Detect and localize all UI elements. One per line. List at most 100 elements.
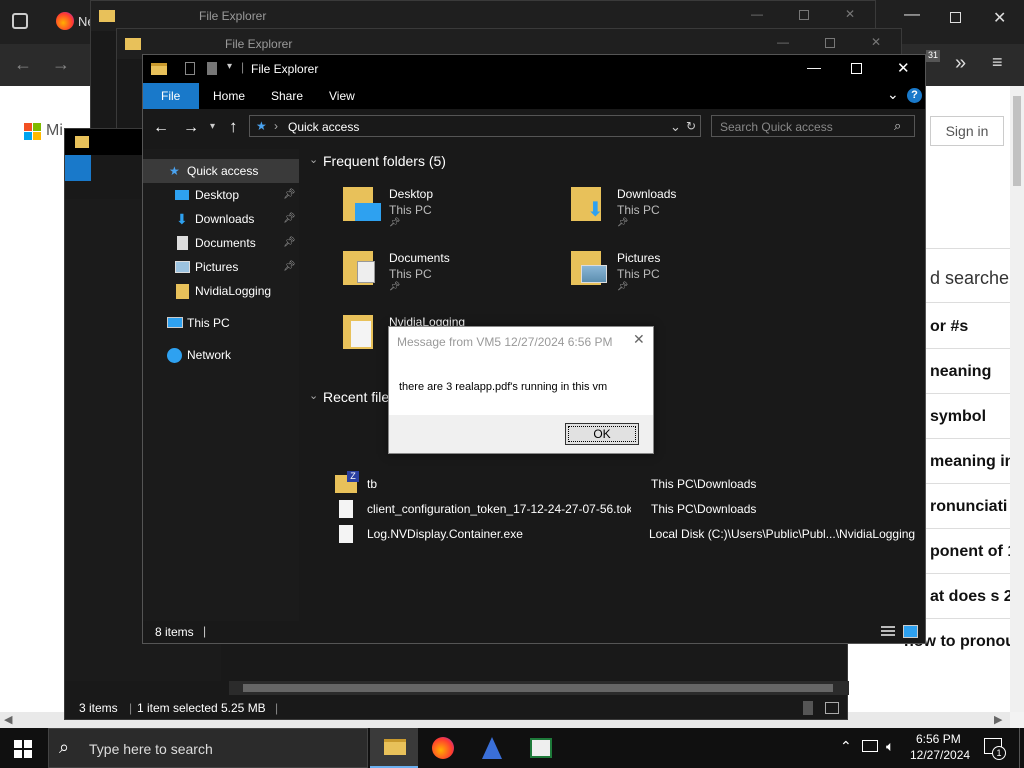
share-tab[interactable]: Share [271, 89, 303, 103]
folder-tile-pictures[interactable]: Pictures This PC 📌︎ [571, 247, 771, 297]
home-tab[interactable]: Home [213, 89, 245, 103]
up-arrow-icon[interactable]: ↑ [229, 117, 238, 137]
close-icon[interactable]: ✕ [993, 8, 1006, 28]
nav-label: Network [187, 348, 232, 362]
frequent-folders-header[interactable]: Frequent folders (5) [323, 153, 446, 169]
start-button[interactable] [14, 740, 32, 758]
chevron-up-icon[interactable]: ⌃ [840, 738, 852, 755]
nav-network[interactable]: Network [143, 343, 299, 367]
recent-file-row[interactable]: Z tb This PC\Downloads [335, 471, 921, 495]
pin-icon[interactable]: 📌︎ [283, 183, 296, 207]
collapse-chevron-icon[interactable]: ⌄ [309, 389, 318, 402]
horizontal-scrollbar[interactable] [229, 681, 849, 695]
recent-file-row[interactable]: Log.NVDisplay.Container.exe Local Disk (… [335, 523, 921, 545]
scroll-right-icon[interactable]: ▶ [994, 713, 1002, 726]
address-dropdown-icon[interactable]: ⌄ [670, 119, 681, 135]
forward-arrow-icon[interactable]: → [183, 119, 199, 137]
file-tab[interactable]: File [143, 83, 199, 109]
pin-icon[interactable]: 📌︎ [283, 255, 296, 279]
back-arrow-icon[interactable]: ← [153, 119, 169, 137]
title-bar[interactable]: ▾ | File Explorer — ✕ [143, 55, 925, 83]
volume-icon[interactable]: 🔈︎ [886, 738, 894, 755]
recent-files-header[interactable]: Recent files [323, 389, 396, 405]
nav-label: Pictures [195, 260, 239, 274]
folder-tile-documents[interactable]: Documents This PC 📌︎ [343, 247, 543, 297]
nav-this-pc[interactable]: This PC [143, 311, 299, 335]
pin-icon[interactable]: 📌︎ [283, 207, 296, 231]
chevron-right-icon: › [274, 119, 278, 133]
search-placeholder: Type here to search [89, 741, 213, 757]
quick-access-dropdown-icon[interactable]: ▾ [227, 61, 232, 72]
file-tab[interactable] [65, 155, 91, 181]
recent-file-row[interactable]: client_configuration_token_17-12-24-27-0… [335, 498, 921, 520]
pin-icon: 📌︎ [617, 217, 629, 227]
taskbar-firefox[interactable] [419, 728, 467, 768]
network-status-icon[interactable] [862, 740, 878, 752]
refresh-icon[interactable]: ↻ [686, 119, 696, 133]
minimize-icon[interactable]: — [777, 35, 789, 49]
nav-quick-access[interactable]: ★ Quick access [143, 159, 299, 183]
close-icon[interactable]: ✕ [633, 331, 645, 348]
large-icons-view-icon[interactable] [903, 625, 918, 638]
taskbar-app-2[interactable] [517, 728, 565, 768]
view-tab[interactable]: View [329, 89, 355, 103]
menu-icon[interactable]: ≡ [992, 52, 1003, 73]
search-icon[interactable]: ⌕ [894, 118, 901, 134]
folder-tile-desktop[interactable]: Desktop This PC 📌︎ [343, 183, 543, 233]
address-toolbar: ← → ▾ ↑ ★ › Quick access ⌄ ↻ Search Quic… [143, 109, 925, 149]
taskbar-search[interactable]: ⌕ Type here to search [48, 728, 368, 768]
maximize-icon[interactable] [825, 38, 835, 48]
forward-arrow-icon[interactable]: → [52, 54, 70, 75]
details-view-icon[interactable] [803, 701, 813, 715]
folder-location: This PC [389, 267, 432, 281]
search-box[interactable]: Search Quick access ⌕ [711, 115, 915, 137]
clock-time[interactable]: 6:56 PM [916, 732, 961, 746]
nav-downloads[interactable]: ⬇ Downloads 📌︎ [143, 207, 299, 231]
clock-date[interactable]: 12/27/2024 [910, 748, 970, 762]
navigation-pane: ★ Quick access Desktop 📌︎ ⬇ Downloads 📌︎… [143, 149, 299, 621]
status-bar: 8 items | [143, 621, 925, 643]
folder-tile-downloads[interactable]: ⬇ Downloads This PC 📌︎ [571, 183, 771, 233]
ribbon-tabs: File Home Share View ⌄ ? [143, 83, 925, 109]
minimize-icon[interactable]: — [751, 7, 763, 21]
close-icon[interactable]: ✕ [871, 35, 881, 49]
folder-icon [151, 63, 167, 75]
taskbar-file-explorer[interactable] [370, 728, 418, 768]
sign-in-button[interactable]: Sign in [930, 116, 1004, 146]
properties-icon[interactable] [185, 62, 195, 75]
network-icon [167, 348, 182, 363]
address-bar[interactable]: ★ › Quick access ⌄ ↻ [249, 115, 701, 137]
expand-ribbon-icon[interactable]: ⌄ [887, 86, 899, 103]
firefox-icon [432, 737, 454, 759]
restore-icon[interactable] [950, 12, 961, 23]
divider [925, 348, 1010, 349]
pin-icon[interactable]: 📌︎ [283, 231, 296, 255]
help-icon[interactable]: ? [907, 88, 922, 103]
nav-documents[interactable]: Documents 📌︎ [143, 231, 299, 255]
more-tools-icon[interactable]: » [955, 52, 966, 75]
maximize-icon[interactable] [851, 63, 862, 74]
status-bar: 3 items | 1 item selected 5.25 MB | [65, 697, 847, 719]
close-icon[interactable]: ✕ [845, 7, 855, 21]
close-icon[interactable]: ✕ [897, 59, 910, 77]
ok-button[interactable]: OK [565, 423, 639, 445]
nav-label: Desktop [195, 188, 240, 202]
recent-locations-icon[interactable]: ▾ [210, 121, 215, 132]
vertical-scrollbar[interactable] [1010, 86, 1024, 712]
nav-desktop[interactable]: Desktop 📌︎ [143, 183, 299, 207]
documents-icon [177, 236, 188, 250]
show-desktop-button[interactable] [1019, 728, 1024, 768]
tiles-view-icon[interactable] [825, 702, 839, 714]
tab-actions-icon[interactable] [12, 13, 28, 29]
minimize-icon[interactable]: — [807, 59, 821, 75]
collapse-chevron-icon[interactable]: ⌄ [309, 153, 318, 166]
minimize-icon[interactable]: — [904, 6, 920, 24]
new-folder-icon[interactable] [207, 62, 217, 75]
back-arrow-icon[interactable]: ← [14, 54, 32, 75]
taskbar-app[interactable] [468, 728, 516, 768]
scroll-left-icon[interactable]: ◀ [4, 713, 12, 726]
nav-pictures[interactable]: Pictures 📌︎ [143, 255, 299, 279]
maximize-icon[interactable] [799, 10, 809, 20]
nav-nvidialogging[interactable]: NvidiaLogging [143, 279, 299, 303]
details-view-icon[interactable] [881, 626, 895, 638]
